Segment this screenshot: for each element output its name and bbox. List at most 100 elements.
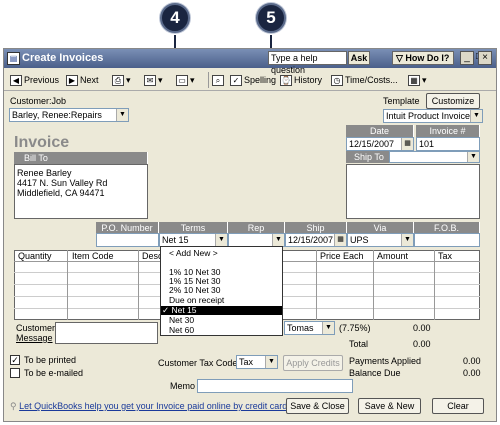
clock-icon: ◷ <box>331 75 343 87</box>
close-button[interactable]: × <box>478 51 492 65</box>
time-costs-button[interactable]: ◷ Time/Costs... <box>331 73 398 87</box>
terms-dropdown-list: < Add New > 1% 10 Net 30 1% 15 Net 30 2%… <box>160 246 283 336</box>
memorize-icon: ▦ <box>408 75 420 87</box>
how-do-i-label: How Do I? <box>405 53 450 63</box>
chevron-down-icon: ▼ <box>116 109 128 121</box>
terms-option[interactable]: Net 30 <box>161 316 282 325</box>
save-close-button[interactable]: Save & Close <box>286 398 349 414</box>
terms-option-add-new[interactable]: < Add New > <box>161 249 282 258</box>
previous-button[interactable]: ◀ Previous <box>10 73 59 87</box>
customize-button[interactable]: Customize <box>426 93 480 109</box>
print-button[interactable]: ⎙ ▾ <box>112 73 131 87</box>
balance-due-value: 0.00 <box>463 368 481 378</box>
column-header-amount: Amount <box>377 251 409 261</box>
clear-button[interactable]: Clear <box>432 398 484 414</box>
online-payment-link[interactable]: ⚲ Let QuickBooks help you get your Invoi… <box>10 401 290 412</box>
date-field[interactable]: 12/15/2007 ▦ <box>346 137 414 151</box>
window-titlebar[interactable]: ▤ Create Invoices Type a help question A… <box>4 49 496 75</box>
via-select[interactable]: UPS ▼ <box>347 233 414 247</box>
ask-button[interactable]: Ask <box>348 51 370 65</box>
send-dropdown-icon: ▾ <box>158 75 163 85</box>
fob-field[interactable] <box>414 233 480 247</box>
toolbar: ◀ Previous ▶ Next ⎙ ▾ ✉ ▾ ▭ ▾ ⌕ ✓ Spelling ⌚ Hi… <box>4 69 496 91</box>
bill-to-header: Bill To <box>14 152 148 164</box>
ship-to-box[interactable] <box>346 164 480 219</box>
column-header-item-code: Item Code <box>72 251 114 261</box>
template-select[interactable]: Intuit Product Invoice ▼ <box>383 109 483 123</box>
date-value: 12/15/2007 <box>349 139 395 149</box>
ship-dropdown-icon: ▾ <box>190 75 195 85</box>
invoice-heading: Invoice <box>14 134 70 151</box>
bill-to-line-1: Renee Barley <box>17 168 72 178</box>
po-number-field[interactable] <box>96 233 159 247</box>
table-col-divider <box>316 250 317 320</box>
terms-option[interactable]: 2% 10 Net 30 <box>161 286 282 295</box>
save-new-button[interactable]: Save & New <box>358 398 421 414</box>
next-button[interactable]: ▶ Next <box>66 73 99 87</box>
customer-job-value: Barley, Renee:Repairs <box>12 110 102 120</box>
help-lightbulb-icon: ⚲ <box>10 401 20 411</box>
terms-select[interactable]: Net 15 ▼ <box>159 233 228 247</box>
next-icon: ▶ <box>66 75 78 87</box>
to-be-printed-label: To be printed <box>24 355 77 365</box>
column-header-tax: Tax <box>438 251 453 261</box>
payments-applied-label: Payments Applied <box>349 356 422 366</box>
ship-to-label: Ship To <box>354 152 384 162</box>
send-button[interactable]: ✉ ▾ <box>144 73 163 87</box>
customer-message-label-line-1: Customer <box>16 323 56 333</box>
ship-to-select[interactable]: ▼ <box>389 151 480 163</box>
previous-icon: ◀ <box>10 75 22 87</box>
customer-message-field[interactable] <box>55 322 158 344</box>
how-do-i-button[interactable]: ▽ How Do I? <box>392 51 454 65</box>
customer-job-select[interactable]: Barley, Renee:Repairs ▼ <box>9 108 129 122</box>
apply-credits-button[interactable]: Apply Credits <box>283 355 343 371</box>
spelling-button[interactable]: ✓ Spelling <box>230 73 276 87</box>
callout-step-5: 5 <box>256 3 286 33</box>
template-label: Template <box>383 96 420 106</box>
ship-button[interactable]: ▭ ▾ <box>176 73 195 87</box>
terms-option[interactable]: Net 60 <box>161 326 282 335</box>
tax-amount: 0.00 <box>413 323 431 333</box>
date-header: Date <box>346 125 414 137</box>
ship-icon: ▭ <box>176 75 188 87</box>
history-button[interactable]: ⌚ History <box>280 73 322 87</box>
customer-tax-code-select[interactable]: Tax ▼ <box>236 355 278 369</box>
chevron-down-icon: ▼ <box>467 152 479 162</box>
memo-field[interactable] <box>197 379 353 393</box>
callout-step-4: 4 <box>160 3 190 33</box>
send-icon: ✉ <box>144 75 156 87</box>
via-value: UPS <box>350 235 369 245</box>
tax-code-value: Tax <box>239 357 254 367</box>
online-payment-link-text: Let QuickBooks help you get your Invoice… <box>19 401 290 411</box>
to-be-emailed-checkbox[interactable] <box>10 368 20 378</box>
customer-message-label-line-2: Message <box>16 333 53 343</box>
chevron-down-icon: ▼ <box>272 234 284 246</box>
time-costs-label: Time/Costs... <box>345 75 398 85</box>
memorize-button[interactable]: ▦ ▾ <box>408 73 427 87</box>
window-app-icon: ▤ <box>7 52 20 65</box>
bill-to-label: Bill To <box>24 153 48 163</box>
calendar-icon[interactable]: ▦ <box>334 234 346 246</box>
chevron-down-icon: ▼ <box>215 234 227 246</box>
total-value: 0.00 <box>413 339 431 349</box>
help-question-input[interactable]: Type a help question <box>268 51 347 75</box>
terms-option[interactable]: Due on receipt <box>161 296 282 305</box>
find-button[interactable]: ⌕ <box>212 73 226 87</box>
to-be-printed-checkbox[interactable]: ✓ <box>10 355 20 365</box>
total-label: Total <box>349 339 369 349</box>
table-col-divider <box>373 250 374 320</box>
next-label: Next <box>80 75 99 85</box>
ship-date-field[interactable]: 12/15/2007 ▦ <box>285 233 347 247</box>
customer-job-label: Customer:Job <box>10 96 67 106</box>
terms-option-selected[interactable]: ✓ Net 15 <box>161 306 282 315</box>
tax-item-select[interactable]: Tomas ▼ <box>284 321 335 335</box>
to-be-emailed-label: To be e-mailed <box>24 368 84 378</box>
invoice-number-field[interactable]: 101 <box>416 137 480 151</box>
terms-value: Net 15 <box>162 235 189 245</box>
chevron-down-icon: ▽ <box>396 53 406 63</box>
calendar-icon[interactable]: ▦ <box>401 138 413 150</box>
minimize-button[interactable]: _ <box>460 51 474 65</box>
chevron-down-icon: ▼ <box>265 356 277 368</box>
rep-select[interactable]: ▼ <box>228 233 285 247</box>
previous-label: Previous <box>24 75 60 85</box>
